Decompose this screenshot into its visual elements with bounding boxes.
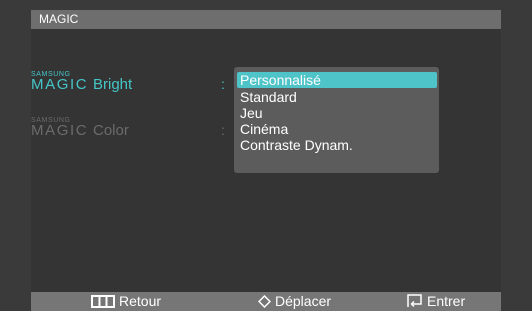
osd-title: MAGIC: [39, 12, 79, 26]
footer-enter-label: Entrer: [427, 293, 466, 309]
footer-back-label: Retour: [119, 293, 162, 309]
footer-move-label: Déplacer: [275, 293, 332, 309]
osd-window: MAGIC SAMSUNG MAGIC Bright : SAMSUNG MAG…: [0, 0, 532, 311]
option-standard[interactable]: Standard: [237, 89, 437, 105]
osd-header: MAGIC: [31, 10, 501, 29]
option-cinema[interactable]: Cinéma: [237, 121, 437, 137]
footer-enter[interactable]: Entrer: [406, 292, 506, 311]
menu-item-magic-color[interactable]: SAMSUNG MAGIC Color :: [31, 117, 231, 141]
osd-body: SAMSUNG MAGIC Bright : SAMSUNG MAGIC Col…: [31, 29, 501, 292]
menu-item-label: Color: [93, 122, 129, 139]
menu-icon: [91, 295, 115, 308]
separator-colon: :: [221, 122, 225, 138]
option-contraste-dynam[interactable]: Contraste Dynam.: [237, 137, 437, 153]
option-personnalise[interactable]: Personnalisé: [237, 72, 437, 88]
options-dropdown: Personnalisé Standard Jeu Cinéma Contras…: [234, 67, 439, 173]
menu-item-magic-bright[interactable]: SAMSUNG MAGIC Bright :: [31, 71, 231, 95]
enter-icon: [407, 294, 422, 308]
diamond-icon: [258, 295, 271, 308]
footer-bar: Retour Déplacer Entrer: [31, 292, 501, 311]
footer-back[interactable]: Retour: [91, 292, 201, 311]
option-jeu[interactable]: Jeu: [237, 105, 437, 121]
footer-move[interactable]: Déplacer: [258, 292, 368, 311]
separator-colon: :: [221, 76, 225, 92]
menu-item-label: Bright: [93, 76, 133, 93]
